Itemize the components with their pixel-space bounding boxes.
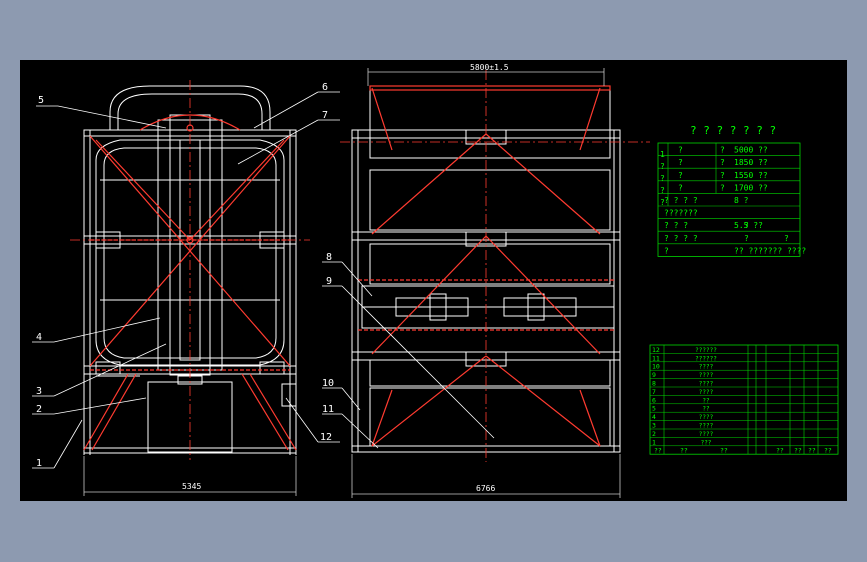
spec-row-key: ? <box>720 146 725 155</box>
parts-row-name: ??? <box>701 439 712 446</box>
callout-9: 9 <box>326 276 332 287</box>
parts-row-number: 1 <box>652 438 656 446</box>
parts-footer-cell: ?? <box>720 447 728 455</box>
spec-row-label: ? <box>678 146 683 155</box>
callout-10: 10 <box>322 378 334 389</box>
parts-footer-cell: ?? <box>680 447 688 455</box>
callout-2: 2 <box>36 404 42 415</box>
parts-row-number: 9 <box>652 371 656 379</box>
spec-side-mark: ? <box>660 174 665 183</box>
spec-side-mark: ? <box>660 162 665 171</box>
parts-row-number: 4 <box>652 413 656 421</box>
parts-row-name: ???? <box>699 381 714 388</box>
spec-row-label: ??????? <box>664 209 698 218</box>
spec-side-mark: ? <box>660 198 665 207</box>
parts-footer-cell: ?? <box>824 447 832 455</box>
parts-row-number: 12 <box>652 346 660 354</box>
spec-row-value: 1700 ?? <box>734 183 768 192</box>
parts-row-name: ???? <box>699 414 714 421</box>
spec-row-key: ? <box>744 234 749 243</box>
parts-footer-cell: ?? <box>794 447 802 455</box>
parts-row-number: 8 <box>652 380 656 388</box>
spec-row-label: ? <box>678 183 683 192</box>
parts-row-number: 5 <box>652 405 656 413</box>
spec-row-label: ? ? ? <box>664 221 688 230</box>
parts-row-number: 11 <box>652 354 660 362</box>
parts-row-number: 6 <box>652 396 656 404</box>
parts-row-name: ???? <box>699 364 714 371</box>
spec-row-label: ? ? ? ? <box>664 234 698 243</box>
parts-footer-cell: ?? <box>654 447 662 455</box>
parts-row-number: 3 <box>652 422 656 430</box>
parts-row-name: ?? <box>702 406 710 413</box>
parts-footer-cell: ?? <box>776 447 784 455</box>
side-top-dimension-label: 5800±1.5 <box>470 63 509 72</box>
spec-row-label: ? <box>664 246 669 255</box>
parts-row-number: 2 <box>652 430 656 438</box>
callout-7: 7 <box>322 110 328 121</box>
parts-row-name: ?? <box>702 397 710 404</box>
callout-6: 6 <box>322 82 328 93</box>
cad-drawing: 5345 5 6 7 4 3 2 1 12 5800±1.5 6766 8 9 … <box>20 60 847 501</box>
spec-row-label: ? ? ? ? <box>664 196 698 205</box>
parts-row-number: 7 <box>652 388 656 396</box>
spec-row-value: ? <box>784 234 789 243</box>
spec-row-label: ? <box>678 158 683 167</box>
spec-row-key: ? <box>720 171 725 180</box>
spec-side-mark: 1 <box>660 150 665 159</box>
spec-table-heading: ? ? ? ? ? ? ? <box>690 124 776 137</box>
callout-1: 1 <box>36 458 42 469</box>
parts-footer-cell: ?? <box>808 447 816 455</box>
spec-row-key: ? <box>720 183 725 192</box>
parts-row-name: ???? <box>699 431 714 438</box>
front-width-dimension-label: 5345 <box>182 482 201 491</box>
spec-side-mark: ? <box>660 186 665 195</box>
parts-row-name: ???? <box>699 389 714 396</box>
spec-row-value: 1550 ?? <box>734 171 768 180</box>
spec-row-value: 5000 ?? <box>734 146 768 155</box>
parts-row-name: ?????? <box>695 355 717 362</box>
parts-row-number: 10 <box>652 363 660 371</box>
parts-row-name: ???? <box>699 372 714 379</box>
parts-row-name: ???? <box>699 423 714 430</box>
spec-row-value: 5.5 ?? <box>734 221 763 230</box>
spec-row-label: ? <box>678 171 683 180</box>
spec-row-value: 8 ? <box>734 196 749 205</box>
spec-row-value: ?? ??????? ???? <box>734 246 806 255</box>
callout-3: 3 <box>36 386 42 397</box>
callout-4: 4 <box>36 332 42 343</box>
callout-5: 5 <box>38 95 44 106</box>
spec-row-value: 1850 ?? <box>734 158 768 167</box>
spec-row-key: ? <box>720 158 725 167</box>
callout-11: 11 <box>322 404 334 415</box>
callout-12: 12 <box>320 432 332 443</box>
parts-row-name: ?????? <box>695 347 717 354</box>
callout-8: 8 <box>326 252 332 263</box>
side-width-dimension-label: 6766 <box>476 484 495 493</box>
